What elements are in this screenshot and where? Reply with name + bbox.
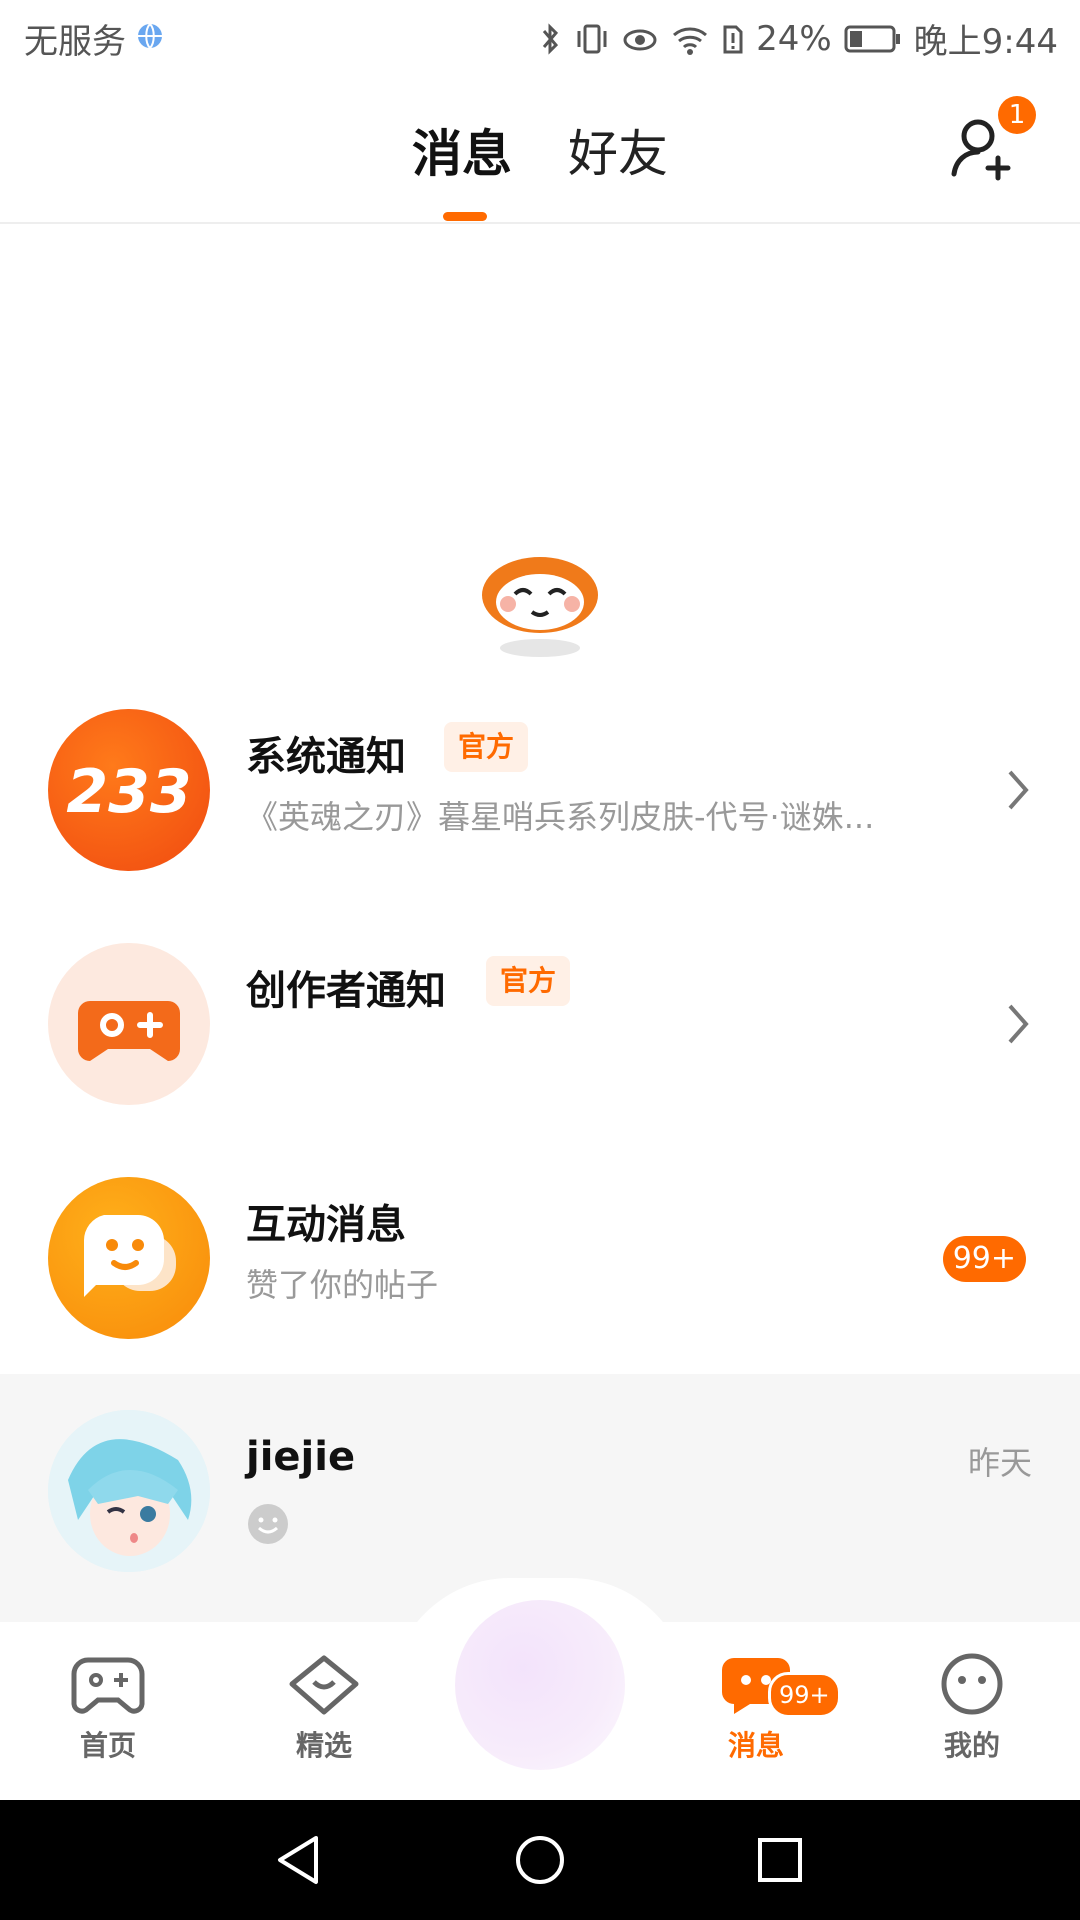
active-tab-indicator	[443, 212, 487, 221]
avatar	[48, 1410, 210, 1572]
chevron-right-icon	[1006, 768, 1030, 816]
gamepad-icon	[78, 1001, 180, 1061]
nav-label-featured: 精选	[295, 1729, 352, 1762]
battery-icon	[844, 24, 902, 54]
nav-label-messages: 消息	[727, 1729, 784, 1762]
status-right: 24% 晚上9:44	[538, 14, 1058, 63]
vibrate-icon	[574, 21, 610, 57]
mascot-icon	[480, 540, 600, 660]
creator-avatar	[48, 943, 210, 1105]
bluetooth-icon	[538, 21, 562, 57]
sim-alert-icon	[722, 21, 744, 57]
creator-notification-row[interactable]: 创作者通知 官方	[0, 908, 1080, 1142]
official-tag: 官方	[486, 956, 571, 1006]
center-action-button[interactable]	[455, 1600, 625, 1770]
interaction-messages-row[interactable]: 互动消息 赞了你的帖子 99+	[0, 1142, 1080, 1376]
system-notification-title: 系统通知	[246, 734, 406, 780]
clock: 晚上9:44	[913, 22, 1058, 62]
tab-messages[interactable]: 消息	[412, 114, 512, 186]
system-avatar: 233	[48, 709, 210, 871]
home-icon[interactable]	[510, 1830, 570, 1890]
add-friend-button[interactable]: 1	[948, 96, 1036, 182]
system-notification-row[interactable]: 233 系统通知 官方 《英魂之刃》暮星哨兵系列皮肤-代号·谜姝...	[0, 674, 1080, 908]
messages-badge: 99+	[768, 1672, 841, 1718]
system-navigation-bar	[0, 1800, 1080, 1920]
wifi-icon	[670, 21, 710, 57]
battery-percent: 24%	[756, 18, 832, 59]
nav-home[interactable]: 首页	[48, 1652, 168, 1764]
status-left: 无服务	[24, 14, 164, 63]
smiley-face-icon	[941, 1653, 1003, 1715]
top-header: 消息 好友 1	[0, 74, 1080, 224]
chevron-right-icon	[1006, 1002, 1030, 1050]
globe-icon	[136, 19, 164, 59]
smile-emoji-icon	[246, 1502, 290, 1550]
recents-icon[interactable]	[750, 1830, 810, 1890]
back-icon[interactable]	[270, 1830, 330, 1890]
system-notification-preview: 《英魂之刃》暮星哨兵系列皮肤-代号·谜姝...	[246, 798, 875, 836]
creator-notification-title: 创作者通知	[246, 968, 446, 1014]
nav-label-profile: 我的	[943, 1729, 1000, 1762]
unread-count-badge: 99+	[942, 1236, 1026, 1282]
nav-profile[interactable]: 我的	[912, 1652, 1032, 1764]
eye-icon	[622, 21, 658, 57]
interaction-messages-preview: 赞了你的帖子	[246, 1266, 439, 1304]
nav-label-home: 首页	[79, 1729, 136, 1762]
system-avatar-text: 233	[66, 757, 192, 827]
chat-bubble-icon	[83, 1215, 176, 1297]
anime-avatar-image	[48, 1410, 210, 1572]
gamepad-icon	[71, 1657, 145, 1714]
nav-messages[interactable]: 99+ 消息	[696, 1652, 841, 1764]
chat-time: 昨天	[967, 1444, 1032, 1482]
nav-featured[interactable]: 精选	[264, 1652, 384, 1764]
chat-name: jiejie	[246, 1434, 356, 1480]
carrier-label: 无服务	[24, 22, 126, 62]
status-bar: 无服务 24% 晚上9:44	[0, 0, 1080, 74]
tab-friends[interactable]: 好友	[568, 114, 668, 186]
heart-badge-icon	[289, 1655, 359, 1715]
interaction-messages-title: 互动消息	[246, 1202, 406, 1248]
official-tag: 官方	[444, 722, 529, 772]
interaction-avatar	[48, 1177, 210, 1339]
add-friend-badge: 1	[998, 96, 1036, 134]
